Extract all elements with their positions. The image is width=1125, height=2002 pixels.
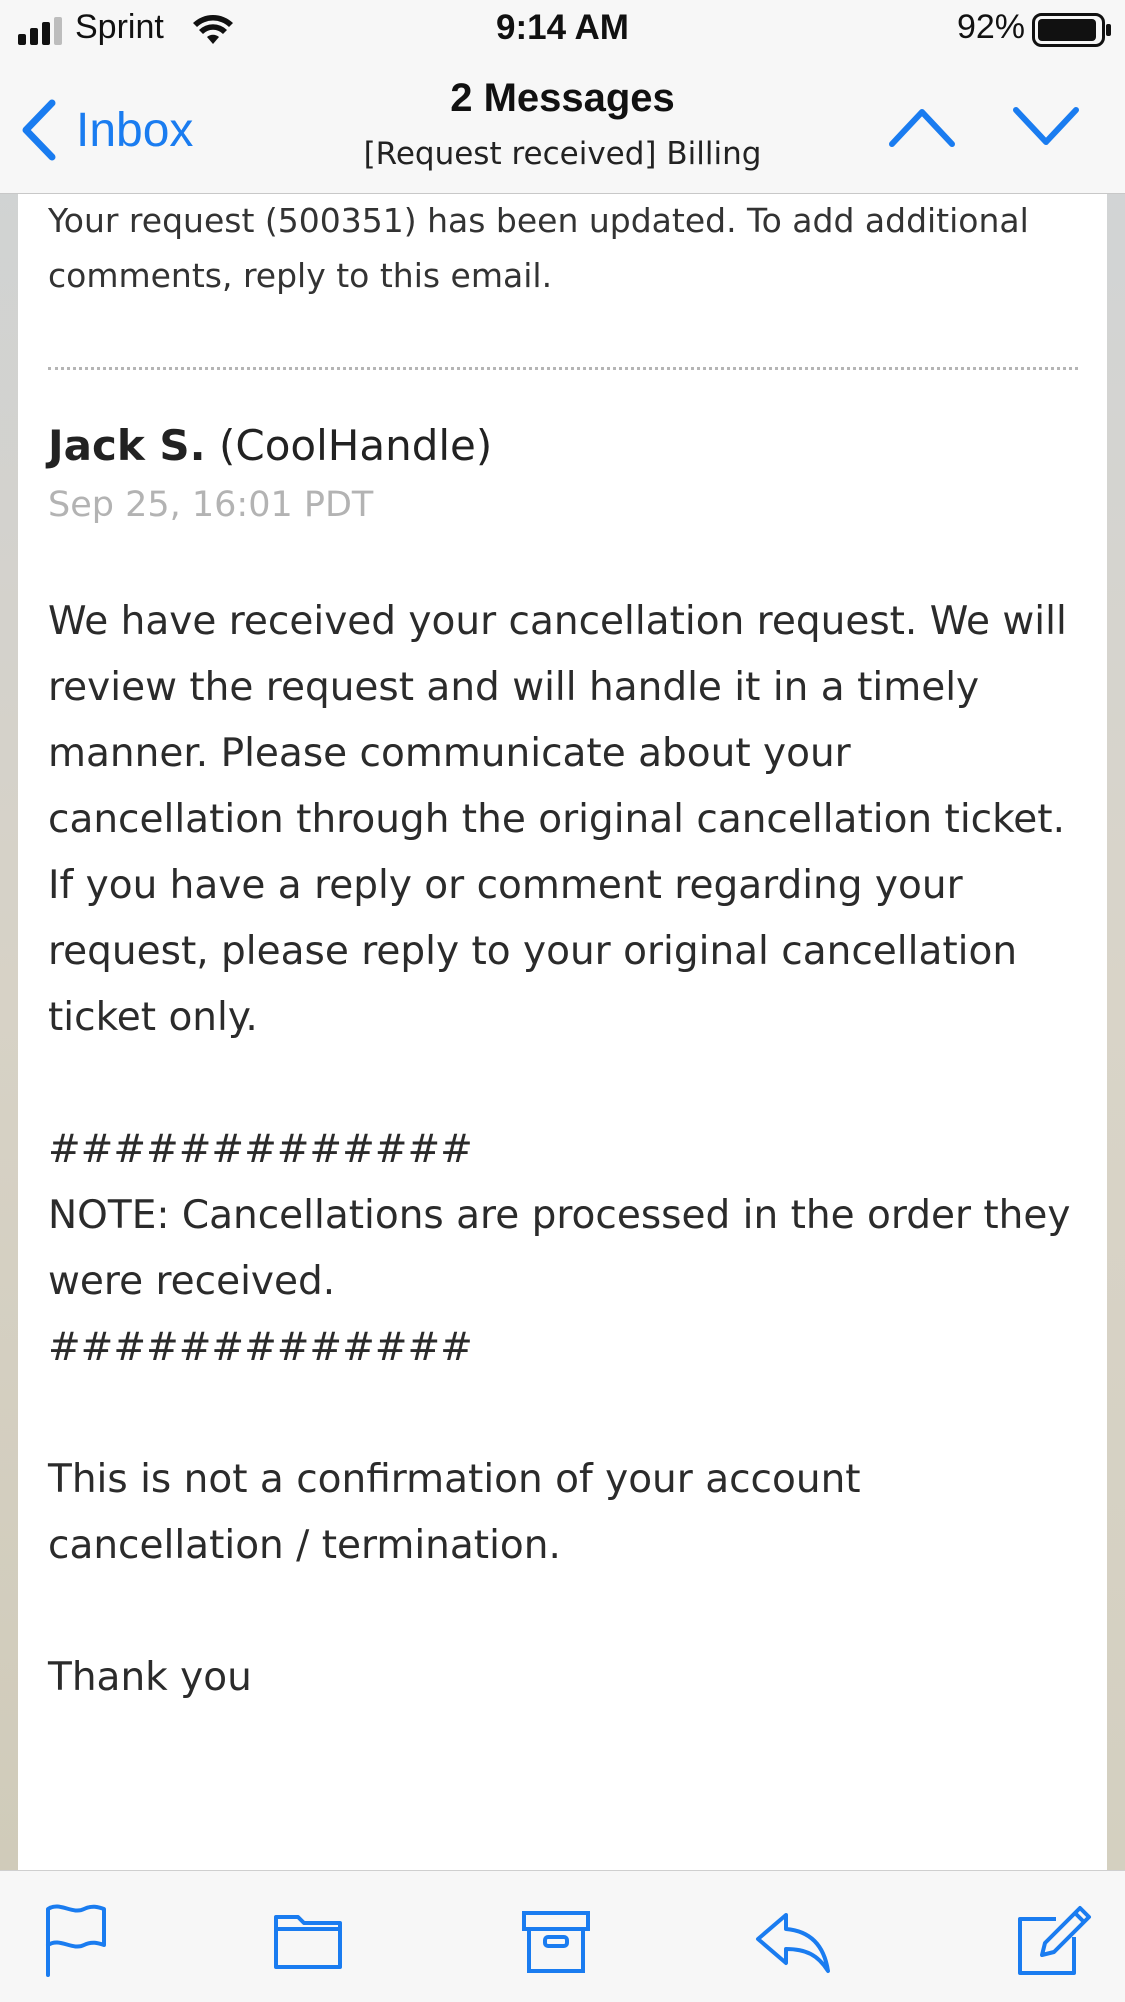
message-paragraph: We have received your cancellation reque…	[48, 599, 1067, 1040]
message-text: We have received your cancellation reque…	[48, 589, 1088, 1711]
next-message-chevron-down-icon[interactable]	[1012, 102, 1080, 150]
message-closing: Thank you	[48, 1655, 252, 1700]
cancellation-note: NOTE: Cancellations are processed in the…	[48, 1193, 1071, 1304]
background-left-edge	[0, 0, 18, 2001]
sender-handle: (CoolHandle)	[218, 421, 493, 470]
reply-icon[interactable]	[752, 1899, 832, 1979]
archive-icon[interactable]	[516, 1899, 596, 1979]
thread-subject: [Request received] Billing	[363, 136, 762, 172]
thread-title: 2 Messages	[450, 76, 675, 120]
navigation-bar: Inbox 2 Messages [Request received] Bill…	[0, 62, 1125, 194]
bottom-toolbar	[0, 1870, 1125, 2002]
compose-icon[interactable]	[1012, 1899, 1092, 1979]
flag-icon[interactable]	[36, 1899, 116, 1979]
message-body: Your request (500351) has been updated. …	[18, 193, 1107, 1870]
message-paragraph: This is not a confirmation of your accou…	[48, 1457, 861, 1568]
battery-percentage: 92%	[956, 8, 1025, 46]
background-right-edge	[1107, 0, 1125, 2001]
sender-name: Jack S.	[48, 421, 206, 470]
battery-icon	[1032, 13, 1111, 47]
folder-icon[interactable]	[268, 1899, 348, 1979]
sender: Jack S. (CoolHandle)	[48, 421, 492, 470]
hash-separator: #############	[48, 1127, 473, 1172]
message-divider	[48, 367, 1078, 370]
status-bar: Sprint 9:14 AM 92%	[0, 0, 1125, 62]
previous-message-snippet: Your request (500351) has been updated. …	[48, 201, 1029, 295]
message-timestamp: Sep 25, 16:01 PDT	[48, 485, 374, 525]
previous-message-chevron-up-icon[interactable]	[888, 102, 956, 150]
hash-separator: #############	[48, 1325, 473, 1370]
